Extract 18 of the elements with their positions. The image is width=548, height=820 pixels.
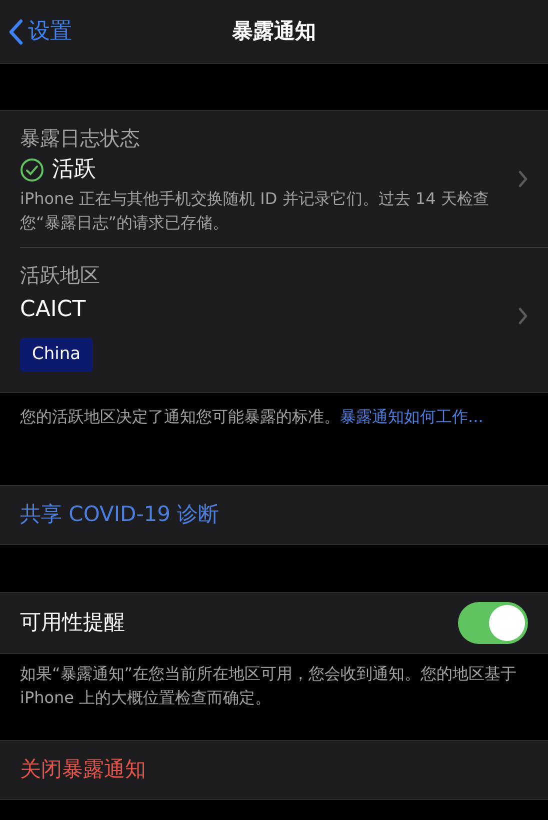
page-title: 暴露通知 <box>232 18 316 45</box>
row-label: 活跃地区 <box>20 262 100 289</box>
chevron-right-icon <box>518 170 528 188</box>
status-description: iPhone 正在与其他手机交换随机 ID 并记录它们。过去 14 天检查您“暴露日志”的请求已存储。 <box>20 188 490 234</box>
availability-toggle[interactable] <box>458 602 528 644</box>
back-button[interactable]: 设置 <box>0 15 72 48</box>
row-label: 暴露日志状态 <box>20 125 141 152</box>
chevron-right-icon <box>518 306 528 325</box>
chevron-left-icon <box>8 18 24 44</box>
share-diagnosis-button[interactable]: 共享 COVID-19 诊断 <box>0 484 548 544</box>
how-it-works-link[interactable]: 暴露通知如何工作... <box>340 406 484 426</box>
region-footer-text: 您的活跃地区决定了通知您可能暴露的标准。暴露通知如何工作... <box>19 406 484 428</box>
country-tag: China <box>20 338 93 372</box>
availability-footer-text: 如果“暴露通知”在您当前所在地区可用，您会收到通知。您的地区基于 iPhone 上的大概位置检查而确定。 <box>19 662 518 708</box>
availability-label: 可用性提醒 <box>20 608 125 636</box>
region-value: CAICT <box>20 296 86 324</box>
turn-off-button[interactable]: 关闭暴露通知 <box>0 740 548 800</box>
status-value: 活跃 <box>52 156 96 184</box>
